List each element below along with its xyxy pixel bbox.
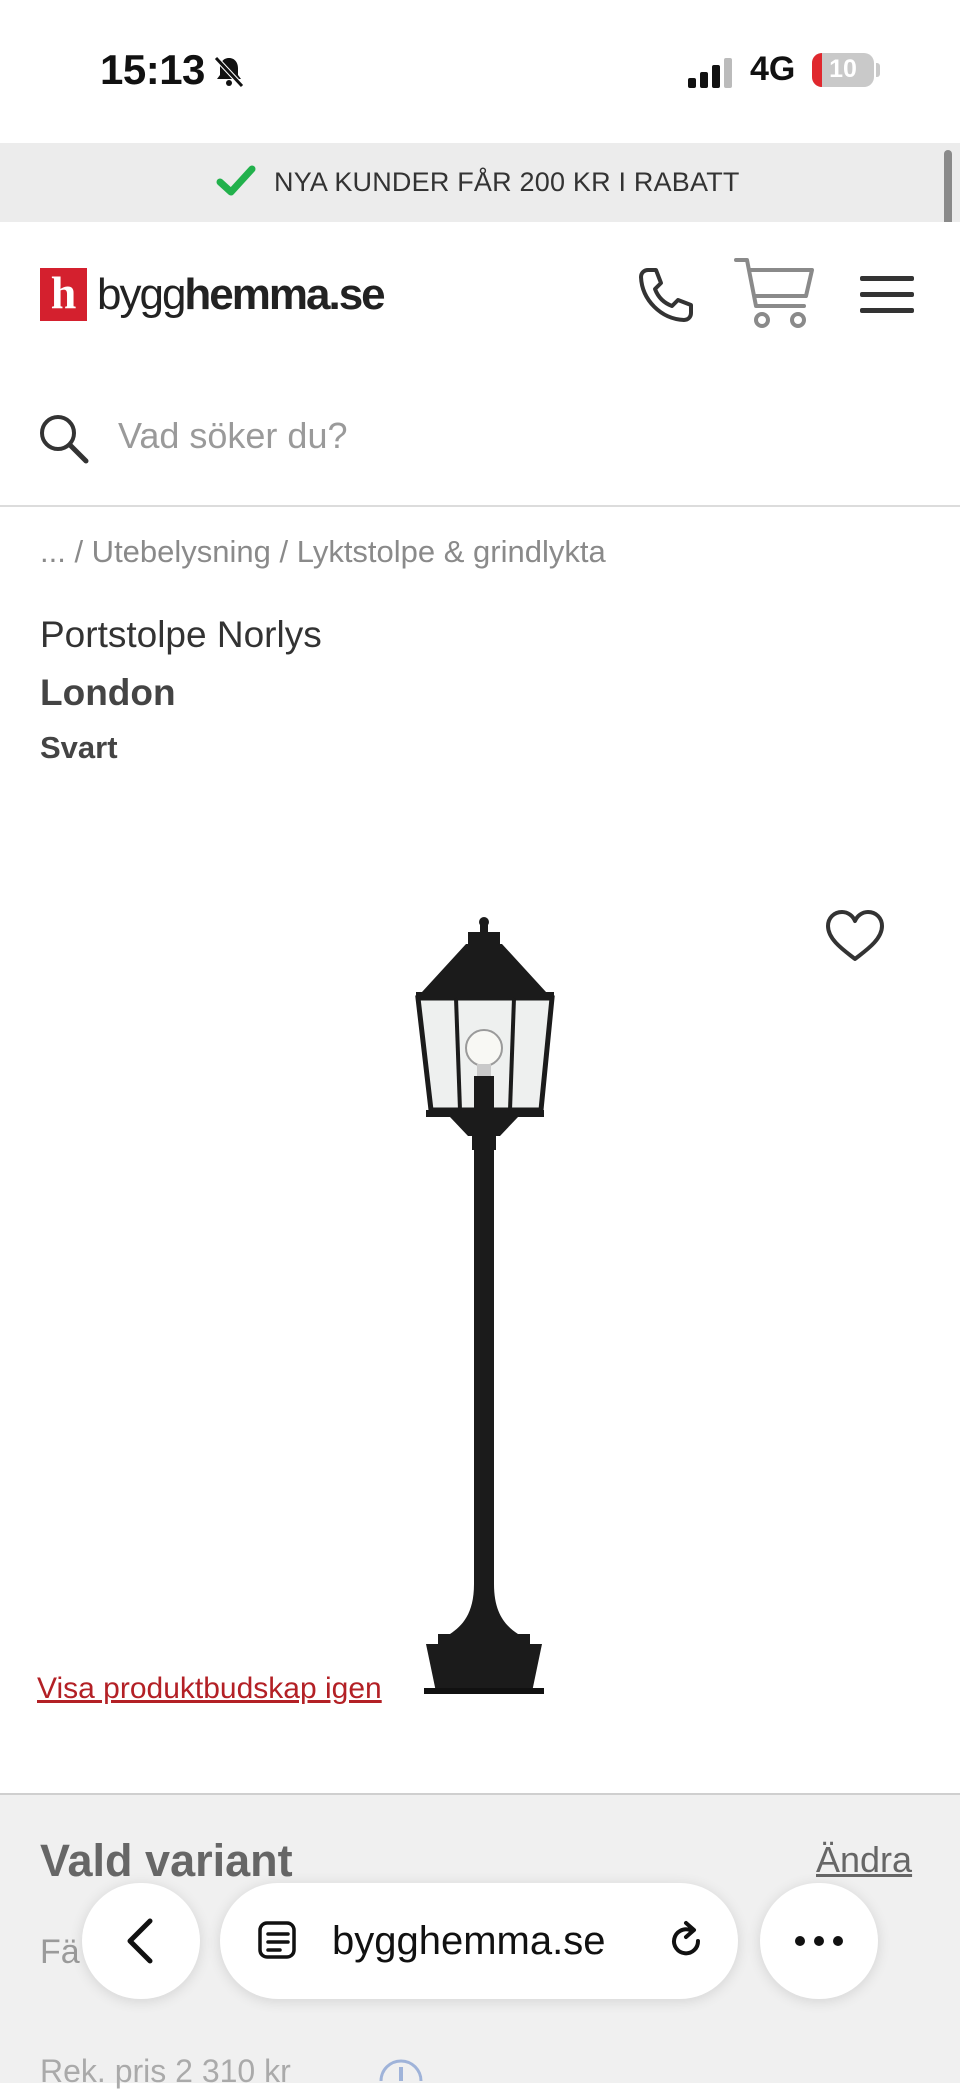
battery-percent: 10	[829, 55, 857, 83]
hamburger-menu-icon[interactable]	[860, 274, 914, 316]
promo-banner[interactable]: NYA KUNDER FÅR 200 KR I RABATT	[0, 143, 960, 222]
site-logo[interactable]: h bygghemma.se	[40, 268, 386, 321]
product-model: London	[40, 672, 176, 713]
product-image-lamp-post[interactable]	[396, 914, 576, 1694]
status-bar: 15:13 4G 10	[0, 0, 960, 143]
battery-indicator: 10	[812, 53, 874, 87]
phone-icon[interactable]	[634, 264, 696, 326]
chevron-left-icon	[127, 1918, 153, 1964]
info-icon[interactable]	[378, 2053, 424, 2083]
checkmark-icon	[216, 165, 256, 196]
breadcrumb[interactable]: ... / Utebelysning / Lyktstolpe & grindl…	[40, 534, 606, 570]
browser-address-bar[interactable]: bygghemma.se	[220, 1883, 738, 1999]
bell-off-icon	[214, 56, 244, 88]
site-header: h bygghemma.se	[0, 222, 960, 369]
search-bar	[0, 367, 960, 507]
show-product-message-link[interactable]: Visa produktbudskap igen	[37, 1672, 382, 1706]
tab-overview-icon[interactable]	[258, 1921, 298, 1961]
battery-tip	[876, 63, 880, 77]
recommended-price: Rek. pris 2 310 kr	[40, 2053, 291, 2089]
reload-icon[interactable]	[664, 1919, 708, 1963]
network-label: 4G	[750, 50, 796, 88]
browser-back-button[interactable]	[82, 1883, 200, 1999]
browser-url[interactable]: bygghemma.se	[332, 1919, 605, 1964]
change-variant-link[interactable]: Ändra	[816, 1839, 912, 1881]
product-brand-line: Portstolpe Norlys	[40, 614, 322, 655]
variant-title: Vald variant	[40, 1835, 293, 1886]
favorite-heart-icon[interactable]	[824, 908, 886, 964]
variant-label: Fä	[40, 1933, 80, 1971]
cart-icon[interactable]	[734, 254, 816, 334]
more-dots-icon	[795, 1936, 843, 1946]
product-color: Svart	[40, 730, 118, 765]
promo-text: NYA KUNDER FÅR 200 KR I RABATT	[274, 167, 740, 197]
signal-icon	[688, 58, 732, 88]
logo-text-bold: hemma.se	[184, 269, 385, 319]
logo-mark: h	[40, 268, 87, 321]
search-input[interactable]	[116, 403, 900, 469]
search-icon	[40, 415, 89, 464]
browser-more-button[interactable]	[760, 1883, 878, 1999]
status-time: 15:13	[100, 46, 205, 93]
logo-wordmark: bygghemma.se	[97, 269, 386, 320]
logo-text-light: bygg	[97, 269, 186, 319]
